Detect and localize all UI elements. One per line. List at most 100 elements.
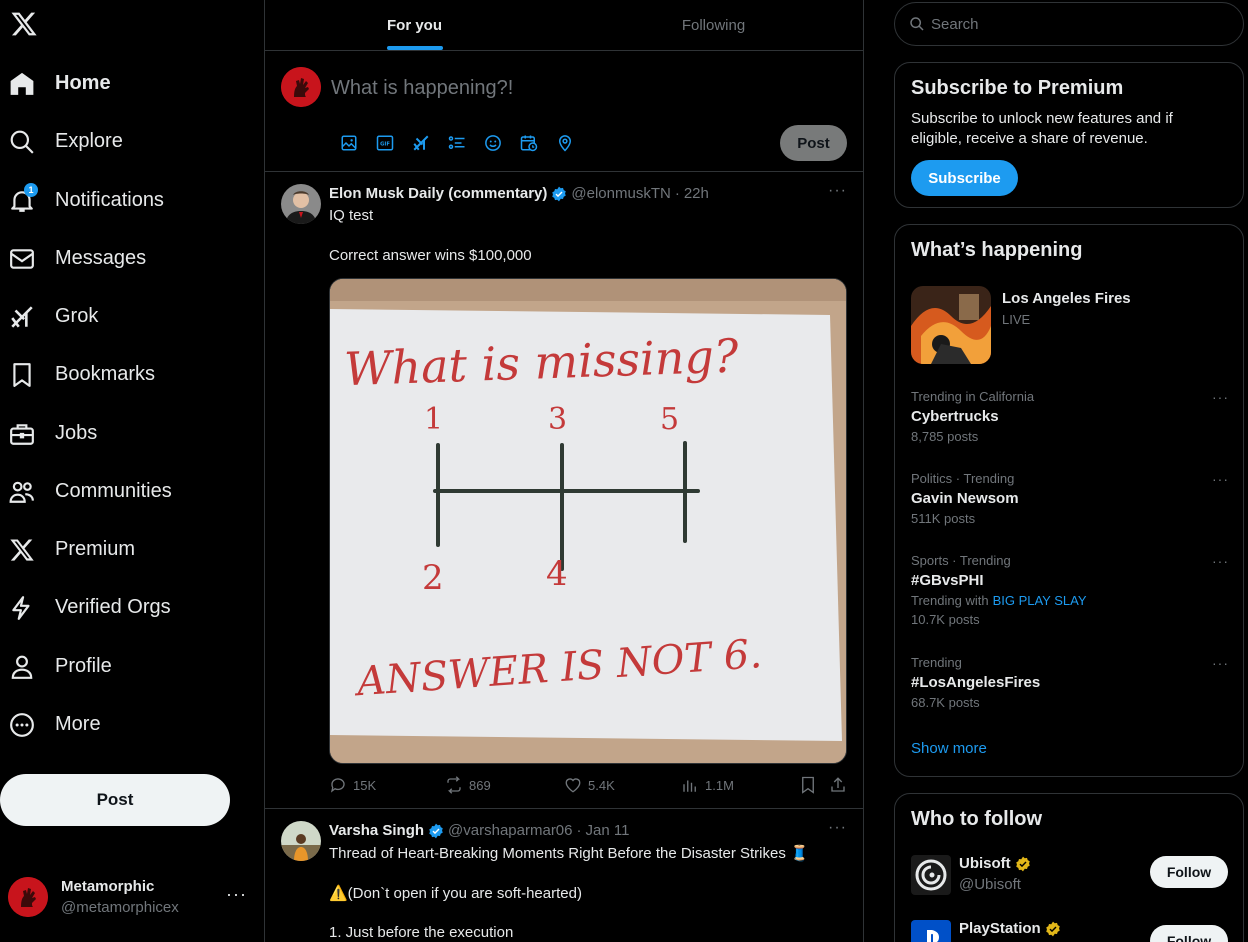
featured-event[interactable]: Los Angeles Fires LIVE (911, 286, 1229, 366)
tweet-author-avatar[interactable] (281, 184, 321, 224)
composer-toolbar: GIF (331, 131, 583, 155)
x-logo-icon[interactable] (10, 10, 38, 38)
nav-item-verified-orgs[interactable]: Verified Orgs (0, 583, 250, 631)
composer-avatar (281, 67, 321, 107)
nav-item-explore[interactable]: Explore (0, 117, 250, 165)
tweet-author-handle[interactable]: @elonmuskTN (571, 185, 670, 202)
account-more-icon[interactable]: ··· (226, 884, 247, 905)
tweet-text-line: ⚠️(Don`t open if you are soft-hearted) (329, 885, 582, 902)
like-button[interactable]: 5.4K (564, 776, 615, 794)
tweet-text-line: 1. Just before the execution (329, 924, 514, 941)
tweet-more-icon[interactable]: ··· (828, 182, 847, 200)
image-digit: 3 (548, 402, 567, 437)
views-button[interactable]: 1.1M (681, 776, 734, 794)
search-box[interactable]: Search (894, 2, 1244, 46)
tweet[interactable]: Varsha Singh @varshaparmar06 · Jan 11 ··… (265, 809, 863, 942)
image-icon[interactable] (331, 131, 367, 155)
trend-title: Cybertrucks (911, 408, 999, 425)
nav-item-notifications[interactable]: 1 Notifications (0, 176, 250, 224)
tweet-more-icon[interactable]: ··· (828, 819, 847, 837)
gif-icon[interactable]: GIF (367, 131, 403, 155)
tab-following[interactable]: Following (564, 0, 863, 50)
composer: What is happening?! GIF Post (265, 51, 863, 172)
trend-item[interactable]: Politics · Trending Gavin Newsom 511K po… (911, 471, 1229, 526)
trend-item[interactable]: Trending #LosAngelesFires 68.7K posts ··… (911, 655, 1229, 710)
views-count: 1.1M (705, 777, 734, 793)
nav-label-more: More (55, 712, 101, 735)
trending-with-link[interactable]: BIG PLAY SLAY (993, 593, 1087, 608)
trend-more-icon[interactable]: ··· (1212, 389, 1229, 405)
heart-icon (565, 778, 581, 793)
show-more-link[interactable]: Show more (911, 740, 987, 757)
tweet-image[interactable]: What is missing? 1 3 5 2 4 ANSWER IS NOT… (329, 278, 847, 764)
emoji-icon[interactable] (475, 131, 511, 155)
nav-item-grok[interactable]: Grok (0, 292, 250, 340)
briefcase-icon (9, 421, 35, 447)
tweet-author-handle[interactable]: @varshaparmar06 (448, 822, 572, 839)
tweet-author-name[interactable]: Varsha Singh (329, 822, 424, 839)
nav-item-communities[interactable]: Communities (0, 467, 250, 515)
compose-input[interactable]: What is happening?! (331, 77, 513, 100)
tweet-time[interactable]: Jan 11 (586, 822, 630, 839)
image-digit: 4 (546, 554, 568, 594)
who-to-follow-card: Who to follow Ubisoft @Ubisoft Follow Pl… (894, 793, 1244, 942)
nav-item-jobs[interactable]: Jobs (0, 409, 250, 457)
nav-item-more[interactable]: More (0, 700, 250, 748)
grok-icon[interactable] (403, 131, 439, 155)
account-switcher[interactable]: Metamorphic @metamorphicex ··· (8, 876, 256, 920)
tweet-author-avatar[interactable] (281, 821, 321, 861)
trend-more-icon[interactable]: ··· (1212, 553, 1229, 569)
follow-button[interactable]: Follow (1150, 856, 1228, 888)
trend-item[interactable]: Trending in California Cybertrucks 8,785… (911, 389, 1229, 444)
trend-more-icon[interactable]: ··· (1212, 471, 1229, 487)
home-icon (9, 71, 35, 97)
timeline-tabs: For you Following (265, 0, 863, 51)
verified-badge-icon (428, 823, 444, 839)
tweet-dot-separator: · (576, 822, 582, 839)
tweet-author-name[interactable]: Elon Musk Daily (commentary) (329, 185, 547, 202)
nav-item-profile[interactable]: Profile (0, 642, 250, 690)
tab-for-you-label: For you (387, 16, 442, 34)
trend-title: Gavin Newsom (911, 490, 1019, 507)
trending-with-label: Trending with (911, 593, 989, 608)
trend-title: #LosAngelesFires (911, 674, 1041, 691)
trend-count: 68.7K posts (911, 695, 980, 710)
trend-context: Sports · Trending (911, 553, 1011, 568)
nav-item-premium[interactable]: Premium (0, 525, 250, 573)
trend-more-icon[interactable]: ··· (1212, 655, 1229, 671)
location-icon[interactable] (547, 131, 583, 155)
featured-event-title: Los Angeles Fires (1002, 290, 1131, 307)
premium-description: Subscribe to unlock new features and if … (911, 110, 1173, 147)
reply-button[interactable]: 15K (329, 776, 376, 794)
follow-suggestion[interactable]: Ubisoft @Ubisoft Follow (911, 855, 1229, 899)
trend-count: 8,785 posts (911, 429, 979, 444)
search-icon (9, 129, 35, 155)
schedule-icon[interactable] (511, 131, 547, 155)
trend-context: Politics · Trending (911, 471, 1015, 486)
trend-context: Trending (911, 655, 962, 670)
nav-label-bookmarks: Bookmarks (55, 362, 156, 385)
gold-verified-badge-icon (1045, 921, 1061, 937)
like-count: 5.4K (588, 777, 615, 793)
trend-item[interactable]: Sports · Trending #GBvsPHI Trending with… (911, 553, 1229, 627)
gold-verified-badge-icon (1015, 856, 1031, 872)
tweet[interactable]: Elon Musk Daily (commentary) @elonmuskTN… (265, 172, 863, 809)
follow-suggestion[interactable]: PlayStation Follow (911, 920, 1229, 942)
share-icon[interactable] (829, 776, 847, 794)
post-button[interactable]: Post (0, 774, 230, 826)
timeline: For you Following What is happening?! GI… (264, 0, 864, 942)
compose-post-button[interactable]: Post (780, 125, 847, 161)
follow-button[interactable]: Follow (1150, 925, 1228, 942)
search-input[interactable]: Search (931, 16, 979, 33)
tab-for-you[interactable]: For you (265, 0, 564, 50)
tweet-time[interactable]: 22h (684, 185, 709, 202)
repost-button[interactable]: 869 (445, 776, 491, 794)
svg-text:GIF: GIF (380, 142, 390, 148)
nav-item-messages[interactable]: Messages (0, 234, 250, 282)
nav-item-home[interactable]: Home (0, 59, 250, 107)
nav-item-bookmarks[interactable]: Bookmarks (0, 350, 250, 398)
subscribe-button[interactable]: Subscribe (911, 160, 1018, 196)
bookmark-icon[interactable] (799, 776, 817, 794)
nav-label-notifications: Notifications (55, 188, 164, 211)
poll-icon[interactable] (439, 131, 475, 155)
